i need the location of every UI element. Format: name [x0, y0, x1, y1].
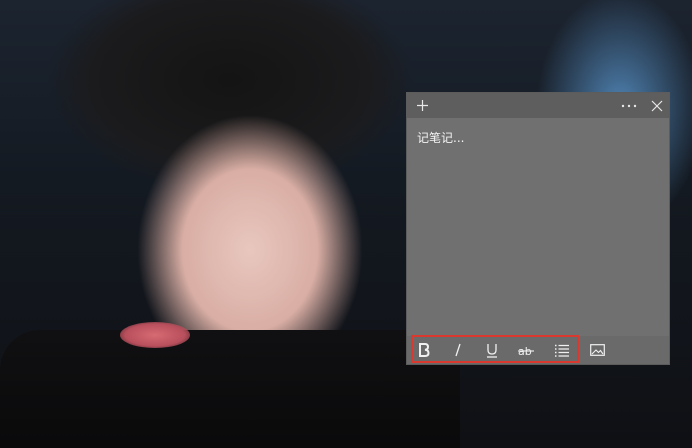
new-note-button[interactable]	[410, 93, 434, 118]
insert-image-button[interactable]	[582, 336, 612, 364]
strikethrough-button[interactable]: ab	[511, 336, 541, 364]
bold-button[interactable]	[409, 336, 439, 364]
bold-icon	[419, 343, 430, 357]
italic-icon	[455, 343, 461, 357]
wallpaper-detail	[120, 322, 190, 348]
close-icon	[651, 100, 663, 111]
underline-icon	[487, 343, 497, 358]
formatting-toolbar: ab	[407, 335, 669, 364]
underline-button[interactable]	[477, 336, 507, 364]
image-icon	[589, 344, 605, 356]
bulleted-list-button[interactable]	[547, 336, 577, 364]
sticky-note-window: 记笔记... ab	[406, 92, 670, 365]
note-titlebar[interactable]	[407, 93, 669, 118]
note-text-area[interactable]: 记笔记...	[417, 129, 661, 329]
close-button[interactable]	[645, 93, 669, 118]
ellipsis-icon	[621, 104, 637, 107]
list-icon	[555, 344, 569, 357]
note-placeholder: 记笔记...	[417, 131, 465, 145]
more-options-button[interactable]	[617, 93, 641, 118]
wallpaper-shirt	[0, 330, 460, 448]
strikethrough-icon: ab	[518, 345, 534, 357]
italic-button[interactable]	[443, 336, 473, 364]
plus-icon	[416, 100, 428, 111]
